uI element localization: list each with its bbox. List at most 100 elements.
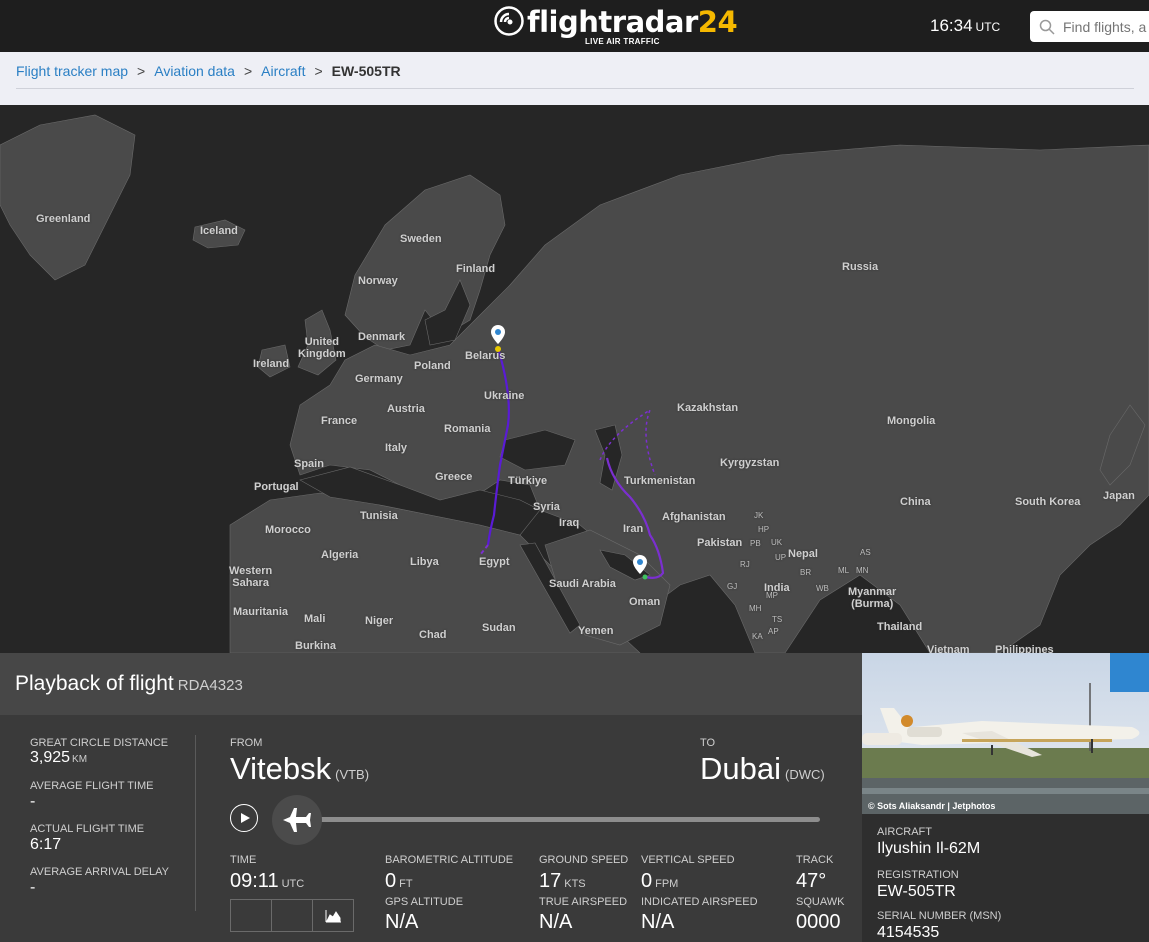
map-label: Iran xyxy=(623,523,644,535)
map-label: Saudi Arabia xyxy=(549,578,616,590)
map-label: Kazakhstan xyxy=(677,402,739,414)
breadcrumb-aircraft[interactable]: Aircraft xyxy=(261,63,305,79)
photo-credit: © Sots Aliaksandr | Jetphotos xyxy=(868,801,996,811)
map-region-label: UP xyxy=(775,553,787,562)
map-region-label: MN xyxy=(856,566,869,575)
baro-alt-label: BAROMETRIC ALTITUDE xyxy=(385,854,514,866)
map-label: Türkiye xyxy=(508,475,548,487)
map-region-label: TS xyxy=(772,615,783,624)
map-region-label: MH xyxy=(749,604,762,613)
breadcrumb-separator: > xyxy=(243,63,253,79)
breadcrumb: Flight tracker map > Aviation data > Aircraf… xyxy=(16,63,401,79)
origin-city-name: Vitebsk xyxy=(230,751,332,786)
breadcrumb-aviation-data[interactable]: Aviation data xyxy=(154,63,235,79)
breadcrumb-flight-tracker-map[interactable]: Flight tracker map xyxy=(16,63,128,79)
map-label: Myanmar (Burma) xyxy=(848,586,897,610)
top-bar: flightradar24 LIVE AIR TRAFFIC 16:34 UTC xyxy=(0,0,1149,52)
map-label: Morocco xyxy=(265,524,311,536)
to-label: TO xyxy=(700,737,716,749)
ground-speed-number: 17 xyxy=(539,870,562,892)
timeline-handle[interactable] xyxy=(272,795,322,845)
map-label: Poland xyxy=(414,360,451,372)
land-masses xyxy=(0,114,1149,653)
map-label: Belarus xyxy=(465,350,506,362)
search-input[interactable] xyxy=(1061,17,1149,36)
map-region-label: WB xyxy=(816,584,829,593)
map-label: Turkmenistan xyxy=(624,475,696,487)
play-button[interactable] xyxy=(230,804,258,832)
map-label: Niger xyxy=(365,615,394,627)
playback-option-button[interactable] xyxy=(231,900,272,931)
playback-buttons xyxy=(230,899,354,932)
map-region-label: AS xyxy=(860,548,871,557)
map-label: Romania xyxy=(444,423,491,435)
great-circle-unit: KM xyxy=(72,754,88,765)
ground-speed-label: GROUND SPEED xyxy=(539,854,629,866)
great-circle-distance: GREAT CIRCLE DISTANCE 3,925 KM xyxy=(30,737,168,767)
map-label: Algeria xyxy=(321,549,359,561)
actual-flight-time: ACTUAL FLIGHT TIME 6:17 xyxy=(30,823,144,854)
map-label: Western Sahara xyxy=(229,565,273,589)
search-box[interactable] xyxy=(1030,11,1149,42)
breadcrumb-bar: Flight tracker map > Aviation data > Aircraf… xyxy=(0,52,1149,105)
squawk-value: 0000 xyxy=(796,911,841,933)
true-airspeed-value: N/A xyxy=(539,911,573,933)
expand-photo-button[interactable] xyxy=(1110,653,1149,692)
time-value-text: 09:11 xyxy=(230,870,279,892)
aircraft-info: AIRCRAFT Ilyushin Il-62M REGISTRATION EW… xyxy=(862,814,1149,942)
serial-number-value: 4154535 xyxy=(877,924,940,941)
aircraft-photo[interactable]: © Sots Aliaksandr | Jetphotos xyxy=(862,653,1149,814)
logo-wordmark: flightradar xyxy=(527,5,698,39)
stat-label: GREAT CIRCLE DISTANCE xyxy=(30,737,169,749)
altitude-graph-button[interactable] xyxy=(313,900,353,931)
map-label: Iraq xyxy=(559,517,580,529)
map-label: Kyrgyzstan xyxy=(720,457,780,469)
stat-label: ACTUAL FLIGHT TIME xyxy=(30,823,145,835)
true-airspeed-label: TRUE AIRSPEED xyxy=(539,896,628,908)
map-region-label: BR xyxy=(800,568,812,577)
playback-timeline[interactable] xyxy=(300,817,820,822)
map-region-label: ML xyxy=(838,566,850,575)
map-label: United Kingdom xyxy=(298,336,346,360)
map-label: Oman xyxy=(629,596,661,608)
destination-city: Dubai (DWC) xyxy=(700,751,825,787)
map-label: Pakistan xyxy=(697,537,743,549)
radar-logo-icon xyxy=(494,6,524,36)
map-label: France xyxy=(321,415,358,427)
map-label: Egypt xyxy=(479,556,510,568)
ground-speed-unit: KTS xyxy=(564,878,586,890)
map-label: Thailand xyxy=(877,621,923,633)
registration-value: EW-505TR xyxy=(877,883,956,900)
map-label: Vietnam xyxy=(927,644,970,653)
baro-alt-unit: FT xyxy=(399,878,413,890)
ground-speed-value: 17 KTS xyxy=(539,870,586,893)
flightradar24-logo[interactable]: flightradar24 LIVE AIR TRAFFIC xyxy=(494,5,738,46)
flight-map[interactable]: Greenland Iceland Sweden Finland Norway … xyxy=(0,105,1149,653)
map-label: Ukraine xyxy=(484,390,525,402)
aircraft-type-label: AIRCRAFT xyxy=(877,826,932,838)
map-label: Mali xyxy=(304,613,326,625)
map-region-label: HP xyxy=(758,525,770,534)
breadcrumb-current: EW-505TR xyxy=(331,63,401,79)
from-label: FROM xyxy=(230,737,263,749)
baro-alt-number: 0 xyxy=(385,870,397,892)
map-label: Portugal xyxy=(254,481,299,493)
map-label: Japan xyxy=(1103,490,1135,502)
vertical-speed-value: 0 FPM xyxy=(641,870,678,893)
playback-option-button[interactable] xyxy=(272,900,313,931)
playback-title: Playback of flight RDA4323 xyxy=(15,672,243,696)
map-region-label: KA xyxy=(752,632,763,641)
destination-city-name: Dubai xyxy=(700,751,781,786)
stat-label: AVERAGE ARRIVAL DELAY xyxy=(30,866,169,878)
map-label: Germany xyxy=(355,373,403,385)
time-label: TIME xyxy=(230,854,257,866)
map-label: Greece xyxy=(435,471,473,483)
map-label: Denmark xyxy=(358,331,406,343)
stat-value: 3,925 KM xyxy=(30,749,168,767)
indicated-airspeed-value: N/A xyxy=(641,911,675,933)
gps-alt-value: N/A xyxy=(385,911,419,933)
panel-divider xyxy=(195,735,196,911)
map-label: Libya xyxy=(410,556,439,568)
map-label: Norway xyxy=(358,275,398,287)
aircraft-photo-image xyxy=(862,653,1149,814)
